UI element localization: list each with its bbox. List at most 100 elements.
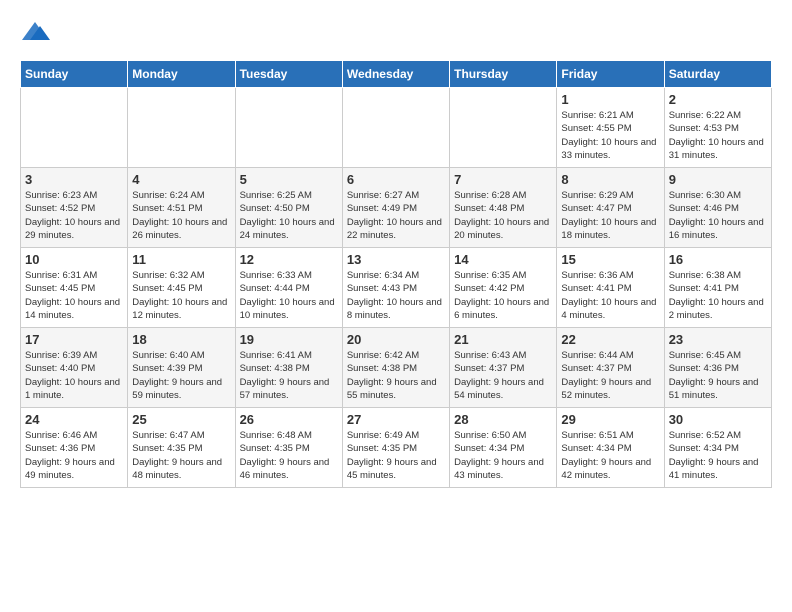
day-number: 25 <box>132 412 230 427</box>
day-number: 11 <box>132 252 230 267</box>
calendar-cell: 5 Sunrise: 6:25 AM Sunset: 4:50 PM Daylig… <box>235 168 342 248</box>
day-header-sunday: Sunday <box>21 61 128 88</box>
calendar-cell: 17 Sunrise: 6:39 AM Sunset: 4:40 PM Dayli… <box>21 328 128 408</box>
day-info: Sunrise: 6:49 AM Sunset: 4:35 PM Dayligh… <box>347 429 445 482</box>
calendar-week-5: 24 Sunrise: 6:46 AM Sunset: 4:36 PM Dayli… <box>21 408 772 488</box>
day-info: Sunrise: 6:47 AM Sunset: 4:35 PM Dayligh… <box>132 429 230 482</box>
day-header-wednesday: Wednesday <box>342 61 449 88</box>
calendar-cell <box>128 88 235 168</box>
calendar-cell: 1 Sunrise: 6:21 AM Sunset: 4:55 PM Daylig… <box>557 88 664 168</box>
calendar-cell: 9 Sunrise: 6:30 AM Sunset: 4:46 PM Daylig… <box>664 168 771 248</box>
day-info: Sunrise: 6:33 AM Sunset: 4:44 PM Dayligh… <box>240 269 338 322</box>
day-info: Sunrise: 6:40 AM Sunset: 4:39 PM Dayligh… <box>132 349 230 402</box>
day-header-friday: Friday <box>557 61 664 88</box>
day-info: Sunrise: 6:22 AM Sunset: 4:53 PM Dayligh… <box>669 109 767 162</box>
day-info: Sunrise: 6:21 AM Sunset: 4:55 PM Dayligh… <box>561 109 659 162</box>
day-number: 15 <box>561 252 659 267</box>
calendar-cell <box>235 88 342 168</box>
day-number: 26 <box>240 412 338 427</box>
day-info: Sunrise: 6:50 AM Sunset: 4:34 PM Dayligh… <box>454 429 552 482</box>
day-number: 2 <box>669 92 767 107</box>
calendar-cell: 28 Sunrise: 6:50 AM Sunset: 4:34 PM Dayli… <box>450 408 557 488</box>
day-number: 16 <box>669 252 767 267</box>
day-number: 19 <box>240 332 338 347</box>
page-header <box>20 20 772 44</box>
calendar-cell: 6Sunrise: 6:27 AM Sunset: 4:49 PM Daylig… <box>342 168 449 248</box>
day-info: Sunrise: 6:32 AM Sunset: 4:45 PM Dayligh… <box>132 269 230 322</box>
day-number: 24 <box>25 412 123 427</box>
calendar-cell: 18 Sunrise: 6:40 AM Sunset: 4:39 PM Dayli… <box>128 328 235 408</box>
day-info: Sunrise: 6:23 AM Sunset: 4:52 PM Dayligh… <box>25 189 123 242</box>
day-number: 3 <box>25 172 123 187</box>
day-info: Sunrise: 6:43 AM Sunset: 4:37 PM Dayligh… <box>454 349 552 402</box>
calendar-cell: 24 Sunrise: 6:46 AM Sunset: 4:36 PM Dayli… <box>21 408 128 488</box>
day-number: 10 <box>25 252 123 267</box>
day-number: 14 <box>454 252 552 267</box>
day-info: Sunrise: 6:45 AM Sunset: 4:36 PM Dayligh… <box>669 349 767 402</box>
day-number: 20 <box>347 332 445 347</box>
calendar-cell: 22Sunrise: 6:44 AM Sunset: 4:37 PM Dayli… <box>557 328 664 408</box>
calendar-cell: 29Sunrise: 6:51 AM Sunset: 4:34 PM Dayli… <box>557 408 664 488</box>
calendar-cell: 4 Sunrise: 6:24 AM Sunset: 4:51 PM Daylig… <box>128 168 235 248</box>
day-header-saturday: Saturday <box>664 61 771 88</box>
day-info: Sunrise: 6:48 AM Sunset: 4:35 PM Dayligh… <box>240 429 338 482</box>
day-info: Sunrise: 6:28 AM Sunset: 4:48 PM Dayligh… <box>454 189 552 242</box>
calendar-cell: 19 Sunrise: 6:41 AM Sunset: 4:38 PM Dayli… <box>235 328 342 408</box>
day-info: Sunrise: 6:30 AM Sunset: 4:46 PM Dayligh… <box>669 189 767 242</box>
calendar-cell: 3 Sunrise: 6:23 AM Sunset: 4:52 PM Daylig… <box>21 168 128 248</box>
day-number: 7 <box>454 172 552 187</box>
day-number: 27 <box>347 412 445 427</box>
day-number: 12 <box>240 252 338 267</box>
day-info: Sunrise: 6:36 AM Sunset: 4:41 PM Dayligh… <box>561 269 659 322</box>
day-info: Sunrise: 6:24 AM Sunset: 4:51 PM Dayligh… <box>132 189 230 242</box>
calendar-cell: 27 Sunrise: 6:49 AM Sunset: 4:35 PM Dayli… <box>342 408 449 488</box>
day-number: 29 <box>561 412 659 427</box>
day-info: Sunrise: 6:25 AM Sunset: 4:50 PM Dayligh… <box>240 189 338 242</box>
logo-icon <box>20 20 50 44</box>
day-header-thursday: Thursday <box>450 61 557 88</box>
day-number: 23 <box>669 332 767 347</box>
day-info: Sunrise: 6:31 AM Sunset: 4:45 PM Dayligh… <box>25 269 123 322</box>
calendar-week-4: 17 Sunrise: 6:39 AM Sunset: 4:40 PM Dayli… <box>21 328 772 408</box>
day-number: 17 <box>25 332 123 347</box>
day-info: Sunrise: 6:39 AM Sunset: 4:40 PM Dayligh… <box>25 349 123 402</box>
calendar-week-2: 3 Sunrise: 6:23 AM Sunset: 4:52 PM Daylig… <box>21 168 772 248</box>
calendar-cell: 7 Sunrise: 6:28 AM Sunset: 4:48 PM Daylig… <box>450 168 557 248</box>
day-number: 30 <box>669 412 767 427</box>
calendar-table: SundayMondayTuesdayWednesdayThursdayFrid… <box>20 60 772 488</box>
day-info: Sunrise: 6:46 AM Sunset: 4:36 PM Dayligh… <box>25 429 123 482</box>
calendar-cell <box>450 88 557 168</box>
day-info: Sunrise: 6:34 AM Sunset: 4:43 PM Dayligh… <box>347 269 445 322</box>
calendar-cell: 2 Sunrise: 6:22 AM Sunset: 4:53 PM Daylig… <box>664 88 771 168</box>
calendar-cell: 23 Sunrise: 6:45 AM Sunset: 4:36 PM Dayli… <box>664 328 771 408</box>
calendar-cell: 15 Sunrise: 6:36 AM Sunset: 4:41 PM Dayli… <box>557 248 664 328</box>
calendar-cell <box>342 88 449 168</box>
calendar-cell: 8 Sunrise: 6:29 AM Sunset: 4:47 PM Daylig… <box>557 168 664 248</box>
day-number: 5 <box>240 172 338 187</box>
calendar-cell: 11 Sunrise: 6:32 AM Sunset: 4:45 PM Dayli… <box>128 248 235 328</box>
calendar-cell: 16 Sunrise: 6:38 AM Sunset: 4:41 PM Dayli… <box>664 248 771 328</box>
calendar-header-row: SundayMondayTuesdayWednesdayThursdayFrid… <box>21 61 772 88</box>
day-number: 4 <box>132 172 230 187</box>
calendar-cell: 10 Sunrise: 6:31 AM Sunset: 4:45 PM Dayli… <box>21 248 128 328</box>
day-number: 9 <box>669 172 767 187</box>
day-info: Sunrise: 6:41 AM Sunset: 4:38 PM Dayligh… <box>240 349 338 402</box>
calendar-cell: 13Sunrise: 6:34 AM Sunset: 4:43 PM Dayli… <box>342 248 449 328</box>
day-number: 1 <box>561 92 659 107</box>
calendar-week-3: 10 Sunrise: 6:31 AM Sunset: 4:45 PM Dayli… <box>21 248 772 328</box>
calendar-cell: 12 Sunrise: 6:33 AM Sunset: 4:44 PM Dayli… <box>235 248 342 328</box>
day-number: 8 <box>561 172 659 187</box>
calendar-cell: 21Sunrise: 6:43 AM Sunset: 4:37 PM Dayli… <box>450 328 557 408</box>
calendar-cell: 14Sunrise: 6:35 AM Sunset: 4:42 PM Dayli… <box>450 248 557 328</box>
day-number: 6 <box>347 172 445 187</box>
calendar-cell: 25 Sunrise: 6:47 AM Sunset: 4:35 PM Dayli… <box>128 408 235 488</box>
day-info: Sunrise: 6:38 AM Sunset: 4:41 PM Dayligh… <box>669 269 767 322</box>
day-number: 28 <box>454 412 552 427</box>
calendar-cell: 20Sunrise: 6:42 AM Sunset: 4:38 PM Dayli… <box>342 328 449 408</box>
day-info: Sunrise: 6:44 AM Sunset: 4:37 PM Dayligh… <box>561 349 659 402</box>
day-info: Sunrise: 6:29 AM Sunset: 4:47 PM Dayligh… <box>561 189 659 242</box>
calendar-cell: 30 Sunrise: 6:52 AM Sunset: 4:34 PM Dayli… <box>664 408 771 488</box>
day-header-tuesday: Tuesday <box>235 61 342 88</box>
day-number: 18 <box>132 332 230 347</box>
day-info: Sunrise: 6:52 AM Sunset: 4:34 PM Dayligh… <box>669 429 767 482</box>
